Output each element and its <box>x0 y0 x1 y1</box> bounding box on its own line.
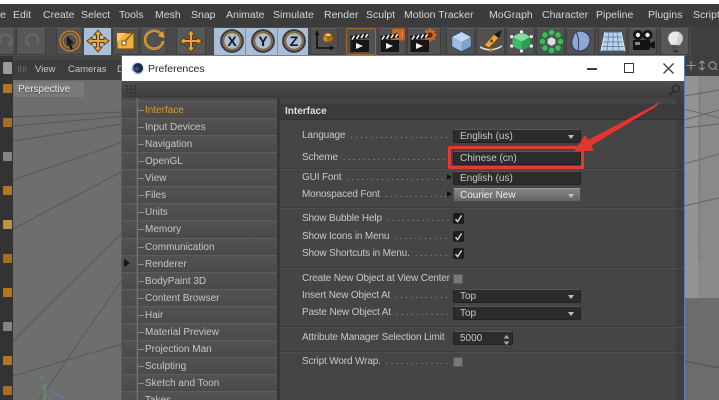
svg-text:Z: Z <box>290 33 299 49</box>
svg-text:Y: Y <box>258 33 268 49</box>
svg-text:Y: Y <box>40 374 45 383</box>
svg-text:X: X <box>227 33 237 49</box>
